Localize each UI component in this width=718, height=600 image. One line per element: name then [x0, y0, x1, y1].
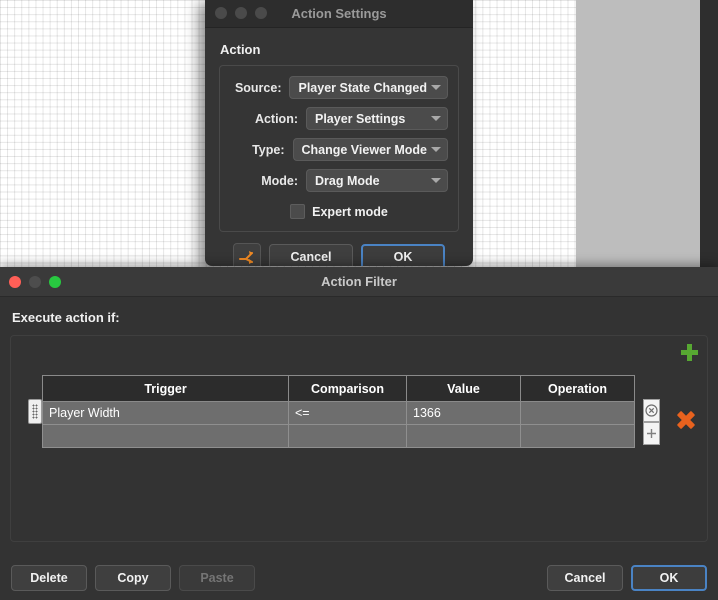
chevron-down-icon — [431, 85, 441, 90]
zoom-button[interactable] — [255, 7, 267, 19]
cell-operation[interactable] — [520, 424, 635, 448]
action-section-heading: Action — [220, 42, 261, 57]
type-field-row: Type: Change Viewer Mode — [230, 138, 448, 161]
column-header-trigger[interactable]: Trigger — [42, 375, 289, 402]
paste-button: Paste — [179, 564, 255, 591]
cell-trigger[interactable]: Player Width — [42, 401, 289, 425]
action-filter-body: Execute action if: Trigger Comparison Va… — [0, 297, 718, 542]
action-settings-ok-button[interactable]: OK — [361, 244, 445, 266]
minimize-button[interactable] — [29, 275, 41, 288]
plus-icon — [647, 429, 656, 438]
action-dropdown[interactable]: Player Settings — [306, 107, 448, 130]
expert-mode-row[interactable]: Expert mode — [230, 204, 448, 219]
drag-handle-icon — [32, 404, 38, 419]
window-controls — [0, 275, 61, 288]
window-controls — [205, 7, 267, 19]
circle-x-icon — [645, 404, 658, 417]
filter-table-wrapper: Trigger Comparison Value Operation Playe… — [28, 375, 660, 448]
expert-mode-label: Expert mode — [312, 204, 388, 219]
close-button[interactable] — [215, 7, 227, 19]
action-filter-button[interactable] — [233, 243, 261, 266]
zoom-button[interactable] — [49, 275, 61, 288]
close-button[interactable] — [9, 275, 21, 288]
source-field-row: Source: Player State Changed — [230, 76, 448, 99]
delete-button[interactable]: Delete — [11, 564, 87, 591]
action-field-row: Action: Player Settings — [230, 107, 448, 130]
table-row[interactable] — [42, 424, 635, 448]
column-header-operation[interactable]: Operation — [520, 375, 635, 402]
cell-comparison[interactable]: <= — [288, 401, 407, 425]
source-label: Source: — [234, 80, 282, 95]
mode-dropdown[interactable]: Drag Mode — [306, 169, 448, 192]
column-header-value[interactable]: Value — [406, 375, 521, 402]
table-header-row: Trigger Comparison Value Operation — [42, 375, 635, 402]
type-label: Type: — [252, 142, 285, 157]
source-value: Player State Changed — [298, 80, 427, 95]
filter-conditions-panel: Trigger Comparison Value Operation Playe… — [10, 335, 708, 542]
mode-value: Drag Mode — [315, 173, 380, 188]
filter-conditions-table: Trigger Comparison Value Operation Playe… — [42, 375, 635, 448]
action-settings-titlebar[interactable]: Action Settings — [205, 0, 473, 28]
chevron-down-icon — [431, 147, 441, 152]
row-clear-button[interactable] — [643, 399, 660, 422]
action-filter-branch-icon — [239, 251, 253, 264]
cell-trigger[interactable] — [42, 424, 289, 448]
expert-mode-checkbox[interactable] — [290, 204, 306, 219]
type-dropdown[interactable]: Change Viewer Mode — [292, 138, 448, 161]
delete-condition-button[interactable] — [675, 409, 697, 431]
cell-comparison[interactable] — [288, 424, 407, 448]
action-settings-window: Action Settings Action Source: Player St… — [205, 0, 473, 266]
action-filter-ok-button[interactable]: OK — [631, 564, 707, 591]
chevron-down-icon — [431, 116, 441, 121]
row-add-button[interactable] — [643, 422, 660, 445]
cell-operation[interactable] — [520, 401, 635, 425]
action-label: Action: — [254, 111, 298, 126]
action-filter-footer: Delete Copy Paste Cancel OK — [0, 555, 718, 600]
action-filter-cancel-button[interactable]: Cancel — [547, 564, 623, 591]
source-dropdown[interactable]: Player State Changed — [289, 76, 448, 99]
action-filter-window: Action Filter Execute action if: Trigger… — [0, 267, 718, 600]
type-value: Change Viewer Mode — [301, 142, 428, 157]
copy-button[interactable]: Copy — [95, 564, 171, 591]
add-condition-button[interactable] — [679, 342, 699, 362]
plus-icon — [680, 343, 698, 361]
action-value: Player Settings — [315, 111, 406, 126]
cell-value[interactable] — [406, 424, 521, 448]
mode-field-row: Mode: Drag Mode — [230, 169, 448, 192]
column-header-comparison[interactable]: Comparison — [288, 375, 407, 402]
execute-action-prompt: Execute action if: — [12, 310, 120, 325]
table-row[interactable]: Player Width <= 1366 — [42, 401, 635, 425]
chevron-down-icon — [431, 178, 441, 183]
mode-label: Mode: — [261, 173, 298, 188]
action-filter-titlebar[interactable]: Action Filter — [0, 267, 718, 297]
row-drag-handle[interactable] — [28, 399, 42, 424]
cell-value[interactable]: 1366 — [406, 401, 521, 425]
action-settings-cancel-button[interactable]: Cancel — [269, 244, 353, 266]
action-settings-footer: Cancel OK — [219, 232, 459, 266]
action-filter-title: Action Filter — [321, 274, 397, 289]
minimize-button[interactable] — [235, 7, 247, 19]
action-settings-body: Action Source: Player State Changed Acti… — [205, 28, 473, 266]
action-groupbox: Source: Player State Changed Action: Pla… — [219, 65, 459, 232]
